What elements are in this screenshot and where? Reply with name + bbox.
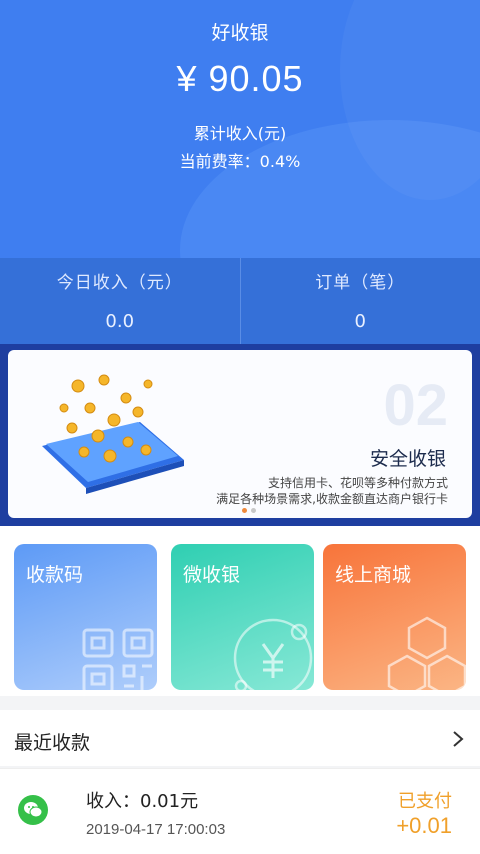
total-amount-label: 累计收入(元) (193, 124, 287, 143)
transaction-row[interactable]: 收入：0.01元 2019-04-17 17:00:03 已支付 +0.01 (0, 768, 480, 854)
recent-payments-header[interactable]: 最近收款 (0, 710, 480, 766)
transaction-status: 已支付 (398, 791, 452, 812)
app-title: 好收银 (211, 22, 269, 44)
phone-coins-illustration (42, 374, 184, 494)
banner-description: 满足各种场景需求,收款金额直达商户银行卡 (216, 492, 448, 506)
hexagon-icon (387, 616, 466, 690)
stats-band: 今日收入（元） 0.0 订单（笔） 0 (0, 258, 480, 344)
online-mall-card[interactable]: 线上商城 (323, 544, 466, 690)
transaction-time: 2019-04-17 17:00:03 (86, 821, 226, 838)
banner-description: 支持信用卡、花呗等多种付款方式 (267, 476, 448, 490)
stat-label: 今日收入（元） (56, 273, 183, 293)
banner-slide[interactable]: 02 安全收银 支持信用卡、花呗等多种付款方式 满足各种场景需求,收款金额直达商… (8, 350, 472, 518)
feature-grid: 收款码 微收银 线上商城 (0, 526, 480, 696)
card-label: 微收银 (183, 564, 241, 586)
carousel-dot[interactable] (251, 508, 256, 513)
summary-header: 好收银 ¥ 90.05 累计收入(元) 当前费率：0.4% (0, 0, 480, 258)
transaction-amount: +0.01 (396, 813, 452, 838)
payment-code-card[interactable]: 收款码 (14, 544, 157, 690)
micro-cashier-card[interactable]: 微收银 (171, 544, 314, 690)
card-label: 收款码 (26, 564, 84, 586)
fee-rate: 当前费率：0.4% (179, 152, 301, 171)
stat-value: 0.0 (105, 311, 135, 332)
chevron-right-icon[interactable] (452, 730, 464, 748)
carousel-dot[interactable] (242, 508, 247, 513)
banner-title: 安全收银 (369, 448, 446, 470)
wechat-icon (18, 795, 48, 825)
qr-code-icon (82, 628, 154, 690)
card-label: 线上商城 (335, 564, 412, 586)
transaction-income: 收入：0.01元 (86, 791, 199, 812)
stat-label: 订单（笔） (315, 273, 406, 293)
banner-number: 02 (383, 373, 448, 438)
banner-carousel: 02 安全收银 支持信用卡、花呗等多种付款方式 满足各种场景需求,收款金额直达商… (0, 344, 480, 526)
stat-orders[interactable]: 订单（笔） 0 (239, 258, 480, 344)
yuan-coin-icon (233, 618, 313, 690)
section-title: 最近收款 (14, 732, 91, 754)
total-amount: ¥ 90.05 (176, 58, 304, 99)
stat-today-income[interactable]: 今日收入（元） 0.0 (0, 258, 240, 344)
stat-value: 0 (354, 311, 366, 332)
carousel-indicator (242, 508, 256, 513)
